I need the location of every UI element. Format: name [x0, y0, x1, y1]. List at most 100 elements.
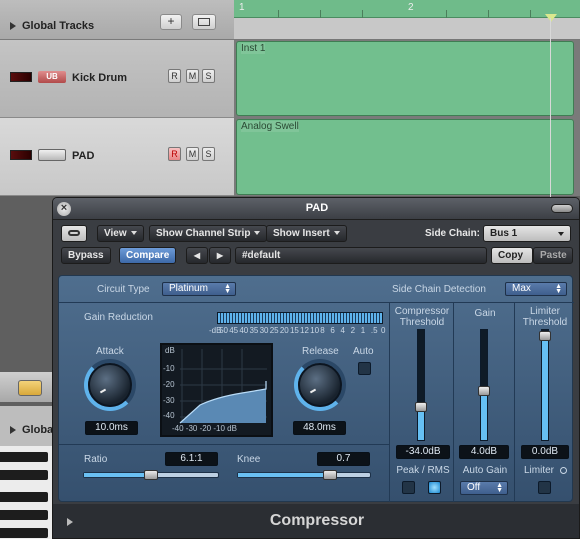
limiter-threshold-label: Limiter Threshold	[517, 306, 573, 328]
cycle-area[interactable]	[234, 0, 580, 18]
gr-scale-label: 1	[360, 326, 366, 335]
level-meter	[10, 72, 32, 82]
stepper-icon: ▲ ▼	[555, 283, 562, 295]
link-icon[interactable]	[18, 380, 42, 396]
black-key[interactable]	[0, 492, 48, 502]
paste-button[interactable]: Paste	[533, 247, 573, 264]
gr-scale-label: 20	[279, 326, 289, 335]
black-key[interactable]	[0, 452, 48, 462]
divider	[453, 303, 454, 502]
peak-checkbox[interactable]	[402, 481, 415, 494]
show-channel-strip-menu[interactable]: Show Channel Strip	[149, 225, 268, 242]
link-icon	[68, 230, 80, 236]
gr-scale-label: 40	[239, 326, 249, 335]
global-tracks-header[interactable]: Global Tracks +	[0, 0, 234, 40]
view-menu[interactable]: View	[97, 225, 144, 242]
compressor-threshold-label-line2: Threshold	[399, 317, 445, 328]
plugin-footer: Compressor	[53, 504, 579, 538]
limiter-checkbox[interactable]	[538, 481, 551, 494]
limiter-threshold-value[interactable]: 0.0dB	[521, 445, 569, 459]
global-tracks-label: Global Tracks	[22, 20, 95, 32]
disclosure-triangle-icon[interactable]	[10, 426, 16, 434]
preset-menu[interactable]: #default	[235, 247, 487, 264]
disclosure-triangle-icon[interactable]	[10, 22, 16, 30]
ratio-value[interactable]: 6.1:1	[165, 452, 218, 466]
side-chain-detection-value: Max	[512, 283, 531, 294]
black-key[interactable]	[0, 470, 48, 480]
chevron-down-icon	[333, 231, 340, 236]
ratio-slider-thumb[interactable]	[144, 470, 158, 480]
fader-thumb[interactable]	[478, 385, 490, 396]
global-tracks-header-2[interactable]: Global	[0, 406, 60, 446]
compressor-threshold-value[interactable]: -34.0dB	[396, 445, 450, 459]
add-folder-button[interactable]	[192, 14, 216, 30]
release-knob[interactable]	[298, 363, 342, 407]
plugin-window: × PAD View Show Channel Strip Show Inser…	[52, 197, 580, 539]
mute-button[interactable]: M	[186, 69, 199, 83]
gain-fader[interactable]	[478, 329, 490, 441]
compare-button[interactable]: Compare	[119, 247, 177, 264]
attack-knob[interactable]	[88, 363, 132, 407]
record-enable-button[interactable]: R	[168, 147, 181, 161]
rms-checkbox[interactable]	[428, 481, 441, 494]
circuit-type-select[interactable]: Platinum ▲ ▼	[162, 282, 236, 296]
solo-button[interactable]: S	[202, 69, 215, 83]
link-button[interactable]	[61, 225, 87, 242]
fader-thumb[interactable]	[539, 330, 551, 341]
gr-scale-label: 0	[381, 326, 386, 335]
track-name[interactable]: Kick Drum	[72, 72, 127, 84]
track-pad[interactable]: PAD R M S	[0, 118, 234, 196]
playhead-marker-icon[interactable]	[545, 14, 557, 22]
mute-button[interactable]: M	[186, 147, 199, 161]
previous-preset-button[interactable]: ◀	[186, 247, 208, 264]
plugin-name: Compressor	[269, 512, 365, 529]
ratio-slider[interactable]	[83, 470, 219, 480]
auto-release-checkbox[interactable]	[358, 362, 371, 375]
gr-scale-label: 45	[229, 326, 239, 335]
show-insert-menu[interactable]: Show Insert	[266, 225, 347, 242]
plugin-titlebar[interactable]: × PAD	[53, 198, 579, 220]
midi-region[interactable]: Analog Swell	[236, 119, 574, 195]
add-track-button[interactable]: +	[160, 14, 182, 30]
gain-reduction-meter	[217, 312, 383, 324]
solo-button[interactable]: S	[202, 147, 215, 161]
piano-keyboard[interactable]	[0, 446, 60, 539]
copy-button[interactable]: Copy	[491, 247, 533, 264]
side-chain-select[interactable]: Bus 1	[483, 225, 571, 242]
gr-scale-label: 50	[219, 326, 229, 335]
ruler-tick	[320, 10, 321, 18]
knee-slider-thumb[interactable]	[323, 470, 338, 480]
side-chain-detection-select[interactable]: Max ▲ ▼	[505, 282, 567, 296]
black-key[interactable]	[0, 510, 48, 520]
chevron-down-icon	[558, 232, 564, 236]
limiter-led-icon	[560, 467, 567, 474]
gr-scale-label: 10	[310, 326, 320, 335]
gr-scale-label: 35	[249, 326, 259, 335]
compressor-threshold-fader[interactable]	[415, 329, 427, 441]
ruler-bar-1: 1	[239, 2, 245, 13]
gain-value[interactable]: 4.0dB	[459, 445, 509, 459]
toolbar-toggle-button[interactable]	[551, 204, 573, 213]
bar-ruler[interactable]: 1 2	[234, 0, 580, 40]
fader-thumb[interactable]	[415, 402, 427, 412]
track-kick-drum[interactable]: UB Kick Drum R M S	[0, 40, 234, 118]
gr-scale-label: 6	[330, 326, 335, 335]
region-name: Inst 1	[241, 43, 266, 54]
knee-slider[interactable]	[237, 470, 371, 480]
next-preset-button[interactable]: ▶	[209, 247, 231, 264]
track-name[interactable]: PAD	[72, 150, 94, 162]
record-enable-button[interactable]: R	[168, 69, 181, 83]
release-value[interactable]: 48.0ms	[293, 421, 346, 435]
arrow-right-icon: ▶	[216, 251, 224, 260]
bypass-button[interactable]: Bypass	[61, 247, 111, 264]
limiter-threshold-fader[interactable]	[539, 329, 551, 441]
limiter-threshold-label-line2: Threshold	[522, 317, 568, 328]
attack-value[interactable]: 10.0ms	[85, 421, 138, 435]
knee-value[interactable]: 0.7	[317, 452, 370, 466]
midi-region[interactable]: Inst 1	[236, 41, 574, 116]
transfer-curve-graph	[179, 349, 267, 424]
playhead[interactable]	[550, 18, 551, 198]
black-key[interactable]	[0, 528, 48, 538]
circuit-type-label: Circuit Type	[97, 284, 150, 295]
auto-gain-select[interactable]: Off ▲ ▼	[460, 481, 508, 495]
